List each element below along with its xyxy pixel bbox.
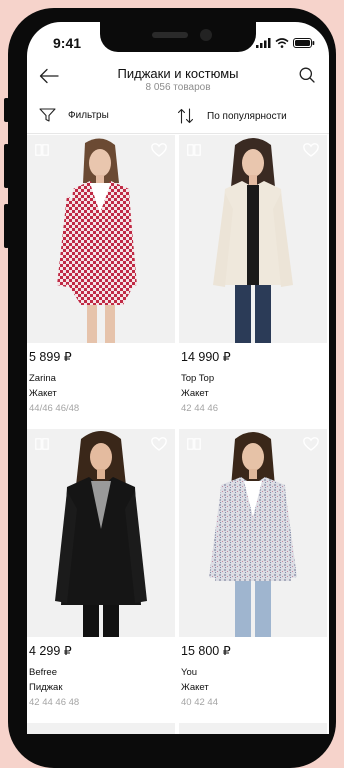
heart-icon[interactable] [151,437,167,451]
sort-label: По популярности [207,110,287,122]
compare-icon[interactable] [35,438,49,450]
product-photo[interactable] [27,723,175,734]
signal-icon [256,38,271,48]
product-price: 14 990 ₽ [181,350,231,364]
search-icon[interactable] [299,67,315,83]
product-image-black-blazer [27,429,175,637]
product-image-partial [179,723,327,734]
product-brand: Top Top [181,373,215,384]
product-brand: You [181,667,198,678]
notch-camera [200,29,212,41]
product-image-partial [27,723,175,734]
product-image-red-houndstooth-suit [27,135,175,343]
product-type: Пиджак [29,682,63,693]
wifi-icon [275,38,289,48]
notch-speaker [152,32,188,38]
heart-icon[interactable] [303,143,319,157]
product-photo[interactable] [179,723,327,734]
filter-funnel-icon [39,108,56,122]
compare-icon[interactable] [187,144,201,156]
product-sizes: 44/46 46/48 [29,403,80,414]
filters-button[interactable]: Фильтры [39,108,109,122]
page-title: Пиджаки и костюмы [117,66,239,81]
product-photo[interactable] [27,135,175,343]
product-image-white-jacket-jeans [179,135,327,343]
status-icons [256,38,315,48]
product-price: 4 299 ₽ [29,644,72,658]
product-price: 15 800 ₽ [181,644,231,658]
device-notch [100,22,256,52]
sort-arrows-icon [177,108,194,124]
product-brand: Zarina [29,373,56,384]
app-screen: 9:41 Пиджаки и костюмы 8 056 товаров Фил… [27,22,329,734]
product-photo[interactable] [179,429,327,637]
battery-icon [293,38,315,48]
product-type: Жакет [181,682,209,693]
sort-button[interactable]: По популярности [177,108,287,124]
product-type: Жакет [29,388,57,399]
product-price: 5 899 ₽ [29,350,72,364]
filters-label: Фильтры [68,109,109,121]
compare-icon[interactable] [35,144,49,156]
product-image-tweed-jacket [179,429,327,637]
header-divider [27,133,329,134]
product-photo[interactable] [179,135,327,343]
product-sizes: 40 42 44 [181,697,218,708]
status-time: 9:41 [53,35,82,51]
filter-bar: Фильтры По популярности [27,102,329,132]
product-type: Жакет [181,388,209,399]
product-brand: Befree [29,667,57,678]
product-photo[interactable] [27,429,175,637]
product-sizes: 42 44 46 48 [29,697,80,708]
heart-icon[interactable] [151,143,167,157]
heart-icon[interactable] [303,437,319,451]
compare-icon[interactable] [187,438,201,450]
page-header: Пиджаки и костюмы 8 056 товаров [27,58,329,98]
item-count: 8 056 товаров [145,82,211,93]
product-sizes: 42 44 46 [181,403,218,414]
